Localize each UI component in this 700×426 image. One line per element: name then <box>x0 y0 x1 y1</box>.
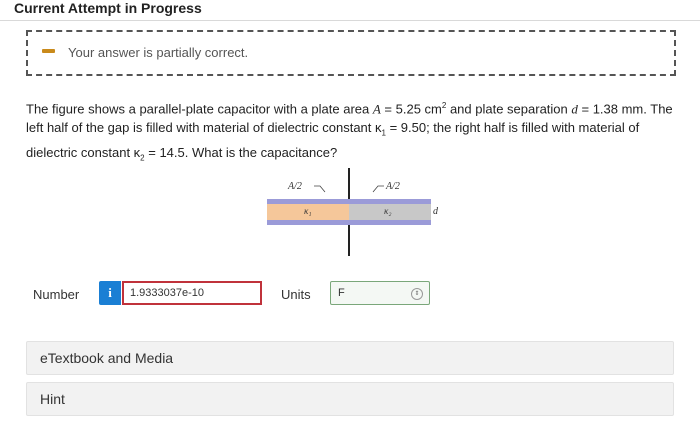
feedback-box: Your answer is partially correct. <box>26 30 676 76</box>
left-area-label: A/2 <box>288 181 302 192</box>
top-plate <box>267 199 431 204</box>
kappa1-label: κ₁ <box>304 206 312 216</box>
number-label: Number <box>33 287 80 302</box>
divider <box>0 20 700 21</box>
units-select[interactable]: F ⇕ <box>330 281 430 305</box>
hint-label: Hint <box>40 391 65 407</box>
minus-icon <box>42 49 55 53</box>
separation-label: d <box>433 206 438 217</box>
answer-input[interactable] <box>122 281 262 305</box>
question-text: The figure shows a parallel-plate capaci… <box>26 101 673 163</box>
capacitor-figure: A/2 A/2 κ₁ κ₂ d <box>262 168 452 258</box>
right-area-label: A/2 <box>386 181 400 192</box>
right-label-leader <box>372 185 384 193</box>
chevron-updown-icon: ⇕ <box>411 288 423 300</box>
attempt-status-title: Current Attempt in Progress <box>14 0 202 16</box>
units-selected-value: F <box>338 287 345 299</box>
etextbook-panel[interactable]: eTextbook and Media <box>26 341 674 375</box>
etextbook-label: eTextbook and Media <box>40 350 174 366</box>
units-label: Units <box>281 287 311 302</box>
kappa2-label: κ₂ <box>384 206 392 216</box>
info-icon[interactable]: i <box>99 281 121 305</box>
bottom-plate <box>267 220 431 225</box>
left-label-leader <box>314 185 326 193</box>
feedback-message: Your answer is partially correct. <box>68 45 249 60</box>
hint-panel[interactable]: Hint <box>26 382 674 416</box>
